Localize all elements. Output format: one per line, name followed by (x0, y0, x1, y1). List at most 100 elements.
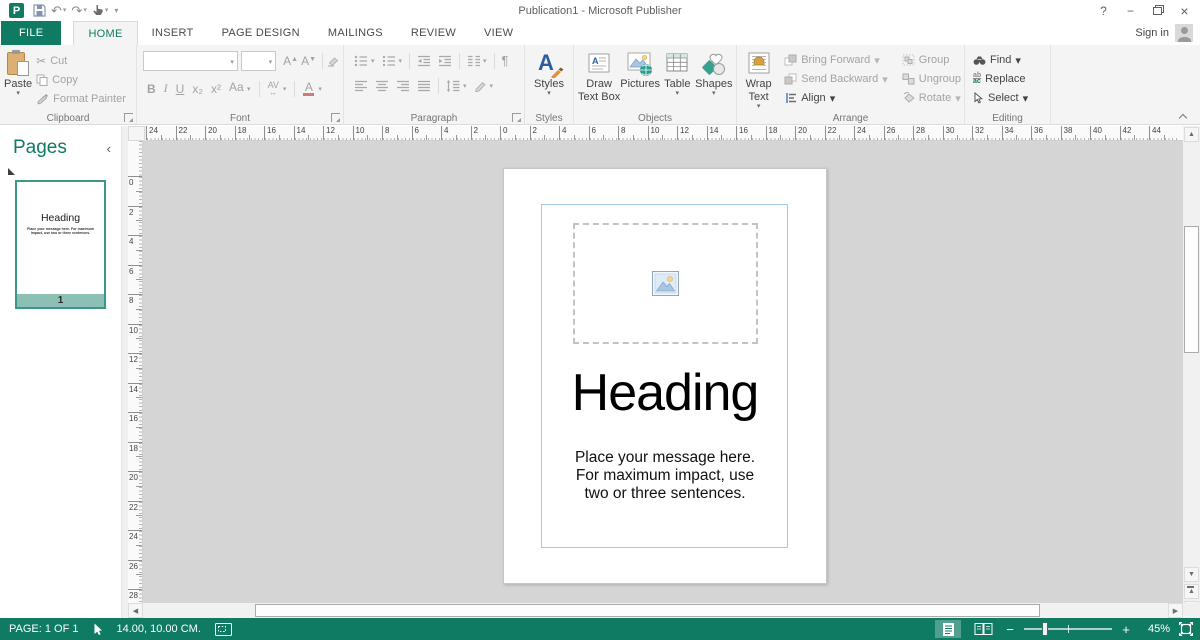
zoom-in-button[interactable]: + (1121, 623, 1131, 636)
group-button[interactable]: Group (902, 52, 961, 68)
paragraph-dialog-launcher[interactable] (512, 113, 521, 122)
columns-button[interactable] (467, 55, 481, 67)
draw-text-box-button[interactable]: A Draw Text Box (578, 47, 620, 111)
numbering-button[interactable] (382, 55, 397, 67)
bring-forward-button[interactable]: Bring Forward ▾ (784, 52, 888, 68)
replace-button[interactable]: abac Replace (973, 71, 1047, 87)
vertical-scrollbar[interactable]: ▲ ▼ ▲ ▼ (1183, 126, 1200, 618)
character-spacing-button[interactable]: AV↔ (268, 82, 279, 96)
font-color-button[interactable]: A (303, 82, 314, 96)
clear-formatting-button[interactable] (326, 55, 340, 68)
justify-button[interactable] (417, 80, 431, 92)
cut-button[interactable]: ✂ Cut (36, 52, 126, 69)
page-heading-text[interactable]: Heading (504, 365, 826, 422)
horizontal-ruler[interactable]: 2422201816141210864202468101214161820222… (146, 126, 1183, 141)
sign-in[interactable]: Sign in (1135, 21, 1200, 45)
vertical-scroll-thumb[interactable] (1184, 226, 1199, 353)
cursor-coordinates[interactable]: 14.00, 10.00 CM. (117, 623, 201, 635)
picture-placeholder[interactable] (573, 223, 758, 344)
two-page-view-button[interactable] (970, 620, 996, 638)
show-special-characters-button[interactable]: ¶ (502, 55, 509, 67)
fit-page-button[interactable] (1179, 622, 1193, 636)
tab-mailings[interactable]: MAILINGS (314, 21, 397, 45)
redo-button[interactable]: ↷▾ (71, 4, 86, 17)
superscript-button[interactable]: x² (211, 82, 221, 96)
scroll-down-button[interactable]: ▼ (1184, 567, 1199, 582)
pictures-button[interactable]: Pictures (620, 47, 660, 111)
tab-view[interactable]: VIEW (470, 21, 527, 45)
paste-button[interactable]: Paste ▾ (4, 47, 32, 111)
redo-caret[interactable]: ▾ (83, 7, 87, 14)
tab-home[interactable]: HOME (73, 21, 137, 45)
pages-sort-triangle-icon[interactable] (8, 168, 15, 175)
copy-button[interactable]: Copy (36, 71, 126, 88)
collapse-pages-panel-button[interactable]: ‹ (107, 141, 111, 156)
save-button[interactable] (33, 4, 46, 17)
align-button[interactable]: Align ▾ (784, 90, 888, 106)
ribbon-tab-bar: FILE HOME INSERT PAGE DESIGN MAILINGS RE… (0, 21, 1200, 45)
tab-review[interactable]: REVIEW (397, 21, 470, 45)
undo-caret[interactable]: ▾ (63, 7, 67, 14)
zoom-slider-thumb[interactable] (1042, 622, 1048, 636)
format-painter-button[interactable]: Format Painter (36, 90, 126, 107)
touch-mouse-mode-button[interactable]: ▾ (92, 4, 109, 17)
clipboard-dialog-launcher[interactable] (124, 113, 133, 122)
align-right-button[interactable] (396, 80, 410, 92)
previous-page-button[interactable]: ▲ (1184, 584, 1199, 599)
restore-button[interactable] (1144, 0, 1171, 21)
customize-qat-button[interactable]: ▾ (113, 7, 118, 15)
zoom-slider[interactable] (1024, 628, 1112, 630)
font-size-combo[interactable]: ▾ (241, 51, 276, 71)
decrease-indent-button[interactable] (417, 55, 431, 67)
horizontal-scrollbar[interactable]: ◀ ▶ (128, 603, 1183, 618)
shrink-font-button[interactable]: A▼ (301, 54, 316, 68)
sign-in-label: Sign in (1135, 27, 1169, 39)
zoom-out-button[interactable]: − (1005, 623, 1015, 636)
tab-insert[interactable]: INSERT (138, 21, 208, 45)
scroll-up-button[interactable]: ▲ (1184, 127, 1199, 142)
send-backward-button[interactable]: Send Backward ▾ (784, 71, 888, 87)
undo-button[interactable]: ↶▾ (51, 4, 66, 17)
wrap-text-button[interactable]: Wrap Text ▾ (741, 47, 776, 111)
grow-font-button[interactable]: A▲ (283, 54, 298, 68)
align-left-button[interactable] (354, 80, 368, 92)
font-name-combo[interactable]: ▾ (143, 51, 238, 71)
rotate-button[interactable]: Rotate ▾ (902, 90, 961, 106)
page-thumbnail[interactable]: Heading Place your message here. For max… (15, 180, 106, 309)
page-indicator[interactable]: PAGE: 1 OF 1 (9, 623, 79, 635)
scroll-left-button[interactable]: ◀ (128, 603, 143, 618)
tab-page-design[interactable]: PAGE DESIGN (208, 21, 314, 45)
subscript-button[interactable]: x₂ (192, 82, 203, 96)
page-body-text[interactable]: Place your message here. For maximum imp… (504, 449, 826, 503)
help-button[interactable]: ? (1090, 0, 1117, 21)
find-button[interactable]: Find ▾ (973, 52, 1047, 68)
close-button[interactable]: × (1171, 0, 1198, 21)
publication-page[interactable]: Heading Place your message here. For max… (503, 168, 827, 584)
underline-button[interactable]: U (176, 82, 185, 96)
align-center-button[interactable] (375, 80, 389, 92)
increase-indent-button[interactable] (438, 55, 452, 67)
change-case-button[interactable]: Aa ▾ (229, 80, 251, 97)
single-page-view-button[interactable] (935, 620, 961, 638)
bold-button[interactable]: B (147, 82, 156, 96)
zoom-level[interactable]: 45% (1140, 623, 1170, 635)
scroll-right-button[interactable]: ▶ (1168, 603, 1183, 618)
shapes-button[interactable]: Shapes ▾ (695, 47, 733, 111)
paragraph-marks-button[interactable] (474, 80, 488, 92)
vertical-ruler[interactable]: 0246810121416182022242628 (128, 141, 143, 603)
workspace[interactable]: Heading Place your message here. For max… (143, 141, 1183, 603)
bullets-button[interactable] (354, 55, 369, 67)
ungroup-button[interactable]: Ungroup (902, 71, 961, 87)
shapes-icon (700, 50, 728, 78)
italic-button[interactable]: I (164, 81, 168, 96)
horizontal-scroll-thumb[interactable] (255, 604, 1040, 617)
font-dialog-launcher[interactable] (331, 113, 340, 122)
styles-button[interactable]: A Styles ▾ (529, 47, 569, 97)
line-spacing-button[interactable] (446, 80, 461, 92)
collapse-ribbon-button[interactable] (1180, 112, 1188, 120)
select-button[interactable]: Select ▾ (973, 90, 1047, 106)
tab-file[interactable]: FILE (1, 21, 61, 45)
object-size-icon[interactable] (215, 623, 232, 636)
minimize-button[interactable]: − (1117, 0, 1144, 21)
table-button[interactable]: Table ▾ (660, 47, 695, 111)
